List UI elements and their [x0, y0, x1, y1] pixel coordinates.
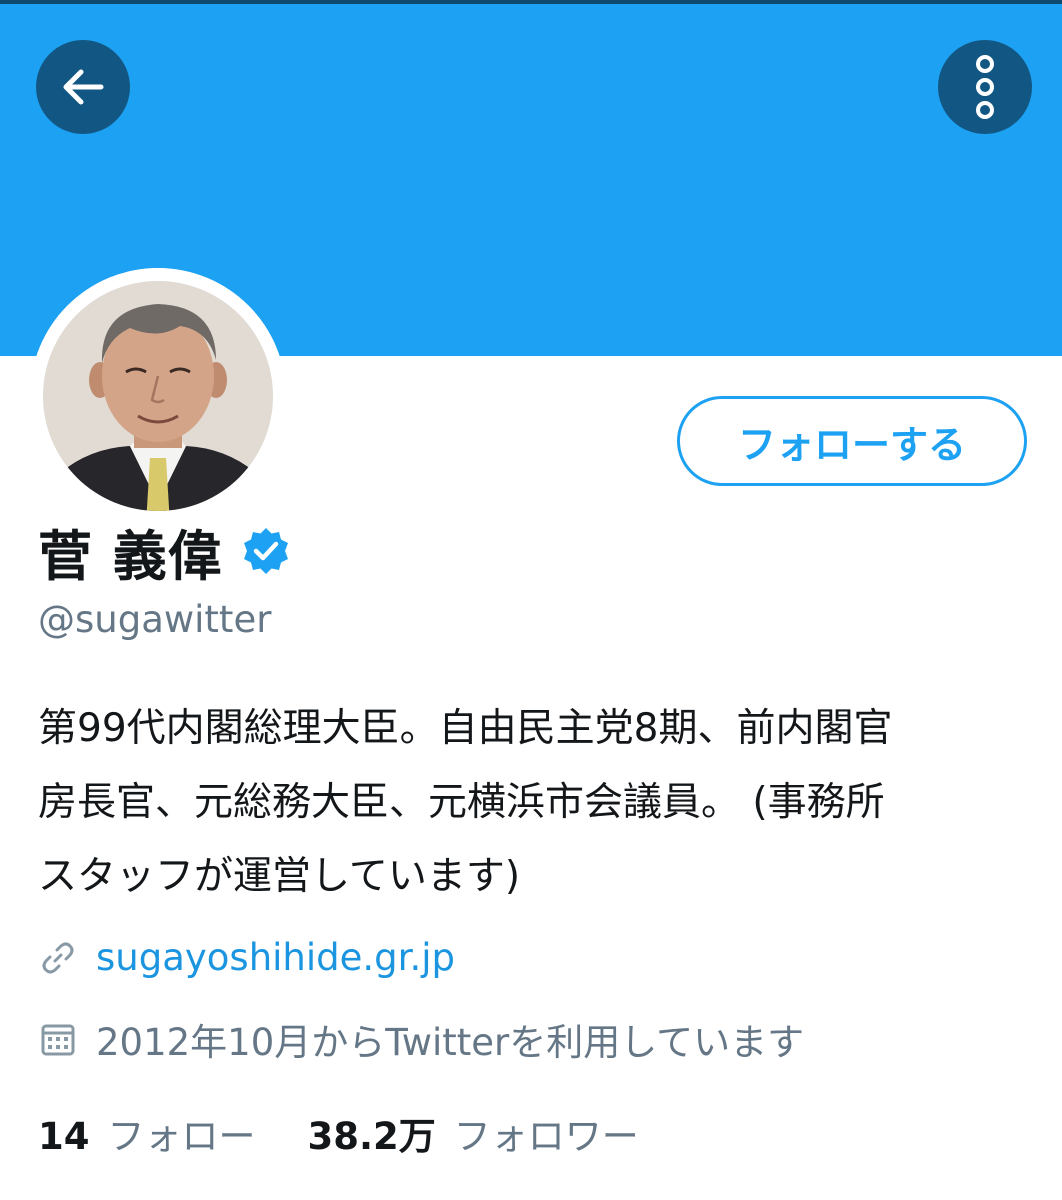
status-strip — [0, 0, 1062, 4]
more-options-button[interactable] — [938, 40, 1032, 134]
user-handle: @sugawitter — [38, 598, 272, 641]
join-date: 2012年10月からTwitterを利用しています — [96, 1021, 805, 1064]
followers-label: フォロワー — [453, 1115, 639, 1158]
join-date-row: 2012年10月からTwitterを利用しています — [38, 1012, 804, 1066]
followers-stat[interactable]: 38.2万 フォロワー — [308, 1106, 639, 1160]
following-stat[interactable]: 14 フォロー — [38, 1106, 256, 1160]
display-name: 菅 義偉 — [38, 524, 223, 588]
follow-stats: 14 フォロー 38.2万 フォロワー — [38, 1106, 639, 1160]
following-count: 14 — [38, 1115, 90, 1158]
bio-line: スタッフが運営しています) — [38, 854, 521, 899]
profile-bio: 第99代内閣総理大臣。自由民主党8期、前内閣官 房長官、元総務大臣、元横浜市会議… — [38, 692, 1028, 914]
bio-line: 第99代内閣総理大臣。自由民主党8期、前内閣官 — [38, 706, 893, 751]
more-vertical-icon — [976, 55, 994, 119]
calendar-icon — [38, 1019, 78, 1059]
link-icon — [38, 938, 78, 978]
bio-line: 房長官、元総務大臣、元横浜市会議員。 (事務所 — [38, 780, 885, 825]
verified-badge-icon — [241, 526, 291, 576]
website-row[interactable]: sugayoshihide.gr.jp — [38, 936, 455, 979]
profile-photo — [30, 268, 286, 524]
follow-button[interactable]: フォローする — [677, 396, 1027, 486]
followers-count: 38.2万 — [307, 1115, 436, 1158]
arrow-left-icon — [63, 69, 104, 105]
back-button[interactable] — [36, 40, 130, 134]
website-link[interactable]: sugayoshihide.gr.jp — [96, 936, 455, 979]
name-row: 菅 義偉 — [38, 508, 291, 594]
following-label: フォロー — [107, 1115, 256, 1158]
avatar[interactable] — [30, 268, 286, 524]
